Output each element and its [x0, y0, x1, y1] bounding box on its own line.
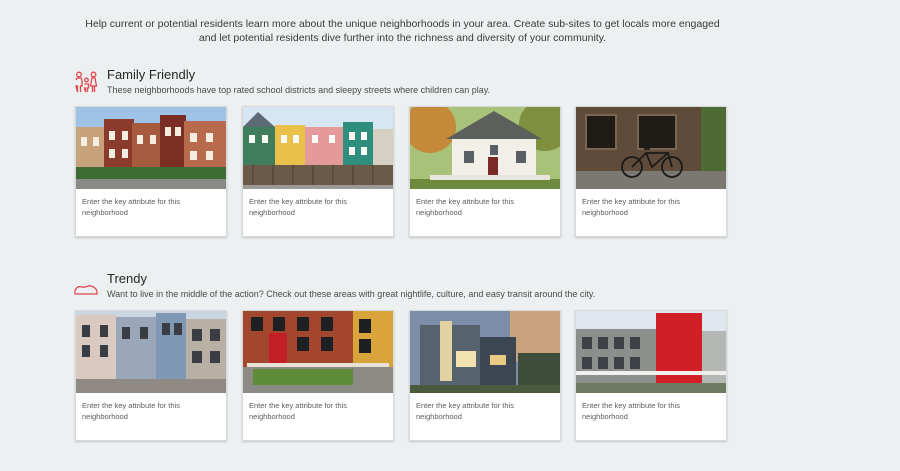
bicycle-window-photo	[576, 107, 726, 189]
shoe-icon	[74, 285, 98, 295]
neighborhood-card[interactable]: Enter the key attribute for this neighbo…	[575, 310, 727, 441]
section-subtitle: Want to live in the middle of the action…	[107, 289, 596, 299]
brick-red-door-photo	[243, 311, 393, 393]
neighborhood-card[interactable]: Enter the key attribute for this neighbo…	[409, 310, 561, 441]
neighborhood-card[interactable]: Enter the key attribute for this neighbo…	[242, 106, 394, 237]
neighborhood-card[interactable]: Enter the key attribute for this neighbo…	[75, 106, 227, 237]
key-attribute-text[interactable]: Enter the key attribute for this neighbo…	[582, 400, 702, 422]
family-icon	[75, 71, 98, 93]
colorful-row-houses-photo	[243, 107, 393, 189]
intro-line-1: Help current or potential residents lear…	[85, 18, 720, 30]
neighborhood-card[interactable]: Enter the key attribute for this neighbo…	[75, 310, 227, 441]
pastel-townhouses-photo	[76, 311, 226, 393]
section-subtitle: These neighborhoods have top rated schoo…	[107, 85, 491, 95]
modern-house-dusk-photo	[410, 311, 560, 393]
brownstone-row-houses-photo	[76, 107, 226, 189]
neighborhood-card[interactable]: Enter the key attribute for this neighbo…	[409, 106, 561, 237]
key-attribute-text[interactable]: Enter the key attribute for this neighbo…	[416, 196, 536, 218]
neighborhood-card[interactable]: Enter the key attribute for this neighbo…	[575, 106, 727, 237]
key-attribute-text[interactable]: Enter the key attribute for this neighbo…	[82, 196, 202, 218]
red-modern-building-photo	[576, 311, 726, 393]
key-attribute-text[interactable]: Enter the key attribute for this neighbo…	[82, 400, 202, 422]
key-attribute-text[interactable]: Enter the key attribute for this neighbo…	[582, 196, 702, 218]
section-title: Family Friendly	[107, 67, 196, 82]
white-cottage-photo	[410, 107, 560, 189]
neighborhood-card[interactable]: Enter the key attribute for this neighbo…	[242, 310, 394, 441]
section-title: Trendy	[107, 271, 147, 286]
key-attribute-text[interactable]: Enter the key attribute for this neighbo…	[416, 400, 536, 422]
intro-text: Help current or potential residents lear…	[0, 17, 805, 45]
intro-line-2: and let potential residents dive further…	[198, 32, 607, 44]
key-attribute-text[interactable]: Enter the key attribute for this neighbo…	[249, 196, 369, 218]
key-attribute-text[interactable]: Enter the key attribute for this neighbo…	[249, 400, 369, 422]
